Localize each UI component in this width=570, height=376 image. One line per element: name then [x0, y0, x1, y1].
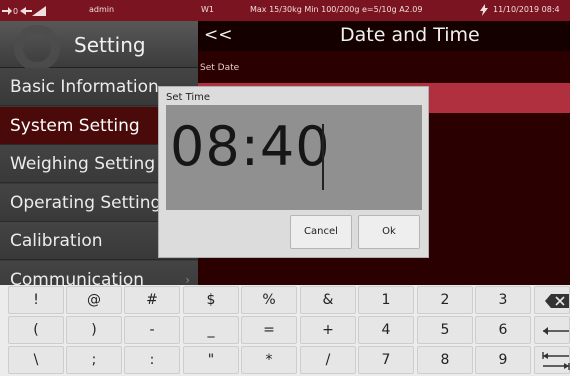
key[interactable]: 8 [417, 346, 473, 374]
back-button[interactable]: << [204, 25, 233, 45]
key[interactable]: & [300, 286, 356, 314]
text-caret [322, 124, 324, 190]
key[interactable]: = [241, 316, 297, 344]
key[interactable]: - [124, 316, 180, 344]
key[interactable]: 1 [358, 286, 414, 314]
key[interactable]: \ [8, 346, 64, 374]
sidebar-title: Setting [74, 33, 146, 57]
key[interactable]: 4 [358, 316, 414, 344]
antenna-icon [32, 6, 46, 16]
sidebar-item-label: Weighing Setting [10, 154, 156, 174]
on-screen-keyboard: ! @ # $ % & 1 2 3 ( ) - _ = + 4 5 6 \ ; … [0, 285, 570, 376]
set-date-label[interactable]: Set Date [200, 63, 239, 73]
ok-button[interactable]: Ok [358, 215, 420, 249]
key[interactable]: ) [66, 316, 122, 344]
time-input[interactable]: 08:40 [166, 105, 422, 210]
key[interactable]: 9 [475, 346, 531, 374]
tab-icon [542, 352, 570, 370]
key[interactable]: 5 [417, 316, 473, 344]
sidebar-item-communication[interactable]: Communication › [0, 261, 198, 285]
key[interactable]: ! [8, 286, 64, 314]
key[interactable]: 6 [475, 316, 531, 344]
status-bar: 0 admin W1 Max 15/30kg Min 100/200g e=5/… [0, 0, 570, 21]
key[interactable]: $ [183, 286, 239, 314]
backspace-icon [545, 294, 569, 308]
key[interactable]: + [300, 316, 356, 344]
key[interactable]: % [241, 286, 297, 314]
time-value: 08:40 [170, 115, 331, 178]
gear-icon [14, 25, 60, 71]
user-name: admin [89, 5, 115, 14]
key[interactable]: 7 [358, 346, 414, 374]
cancel-button[interactable]: Cancel [290, 215, 352, 249]
sidebar-item-label: System Setting [10, 116, 140, 136]
page-title: Date and Time [340, 24, 480, 46]
scale-capacity: Max 15/30kg Min 100/200g e=5/10g A2.09 [250, 5, 423, 14]
left-arrow-key[interactable] [534, 316, 570, 344]
chevron-right-icon: › [185, 273, 190, 285]
left-arrow-icon [543, 327, 569, 335]
key[interactable]: 3 [475, 286, 531, 314]
key[interactable]: @ [66, 286, 122, 314]
scale-id: W1 [201, 5, 214, 14]
sidebar-item-label: Operating Setting [10, 193, 162, 213]
clock: 11/10/2019 08:4 [493, 5, 560, 14]
key[interactable]: 2 [417, 286, 473, 314]
tab-key[interactable] [534, 346, 570, 374]
main-header: << Date and Time [198, 21, 570, 51]
svg-text:0: 0 [13, 7, 18, 16]
set-time-dialog: Set Time 08:40 Cancel Ok [158, 86, 429, 258]
key[interactable]: : [124, 346, 180, 374]
key[interactable]: / [300, 346, 356, 374]
key[interactable]: _ [183, 316, 239, 344]
key[interactable]: ( [8, 316, 64, 344]
key[interactable]: " [183, 346, 239, 374]
backspace-key[interactable] [534, 286, 570, 314]
key[interactable]: ; [66, 346, 122, 374]
sidebar-item-label: Basic Information [10, 77, 159, 97]
sidebar-item-label: Communication [10, 270, 144, 285]
sidebar-item-label: Calibration [10, 231, 103, 251]
sidebar-header: Setting [0, 21, 198, 71]
power-icon [480, 4, 488, 16]
dialog-title: Set Time [166, 92, 211, 103]
key[interactable]: # [124, 286, 180, 314]
key[interactable]: * [241, 346, 297, 374]
